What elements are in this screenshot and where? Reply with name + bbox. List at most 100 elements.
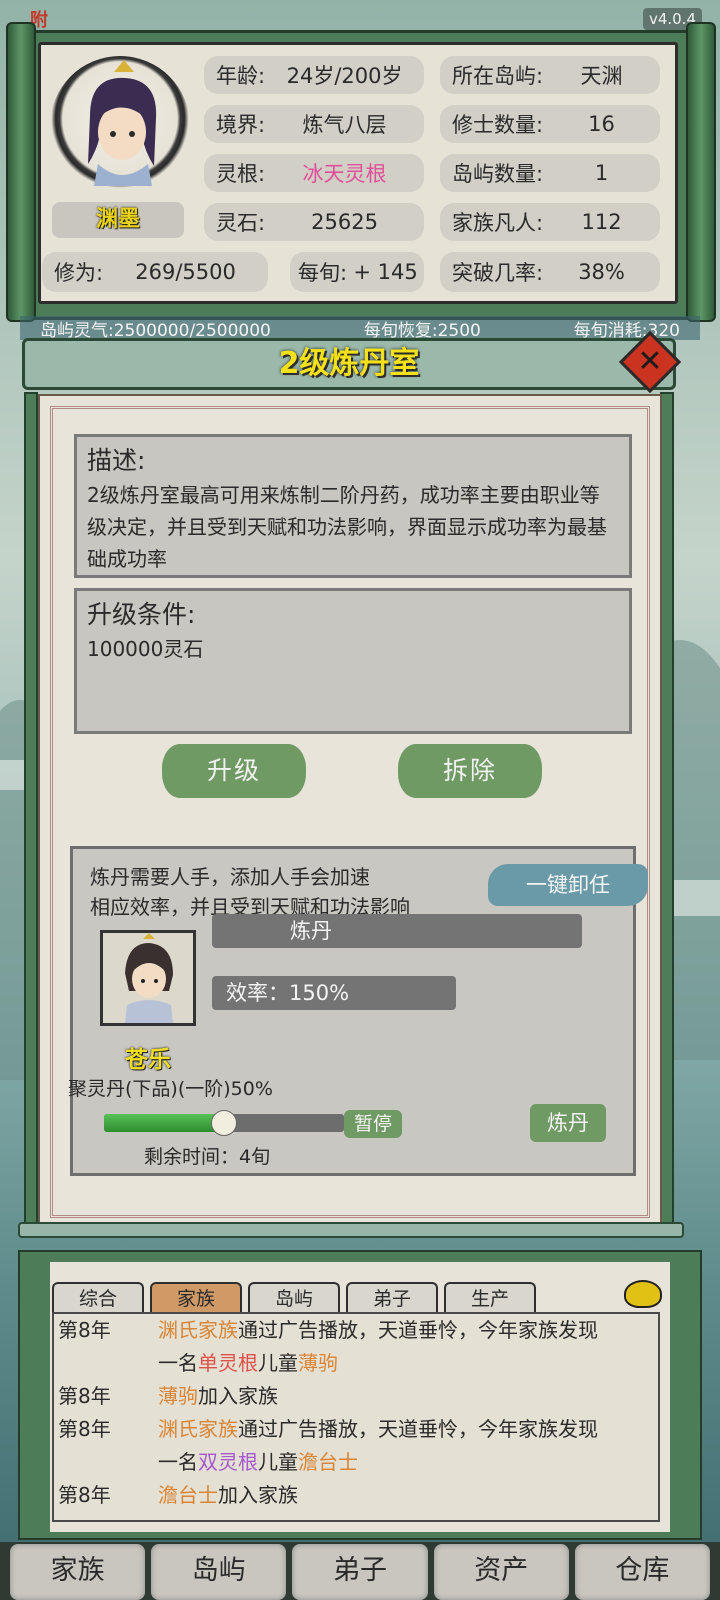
nav-button[interactable]: 弟子: [292, 1544, 428, 1600]
qi-recovery: 每旬恢复:2500: [363, 320, 481, 341]
breakthrough-stat: 突破几率: 38%: [440, 252, 660, 292]
log-fragment: 儿童: [258, 1450, 298, 1474]
island-stat: 所在岛屿: 天渊: [440, 56, 660, 94]
nav-button[interactable]: 资产: [433, 1544, 569, 1600]
realm-value: 炼气八层: [302, 113, 387, 137]
island-value: 天渊: [580, 64, 623, 88]
description-box: 描述: 2级炼丹室最高可用来炼制二阶丹药，成功率主要由职业等级决定，并且受到天赋…: [74, 434, 632, 578]
log-highlight: 薄驹: [158, 1384, 198, 1408]
log-entry: 第8年 渊氏家族通过广告播放，天道垂怜，今年家族发现: [54, 1314, 658, 1347]
log-tab[interactable]: 家族: [150, 1282, 242, 1312]
age-label: 年龄:: [216, 64, 266, 88]
worker-portrait-icon: [125, 933, 173, 1023]
dialog-rod-right: [660, 392, 674, 1232]
upgrade-title: 升级条件:: [87, 600, 196, 629]
player-avatar[interactable]: [50, 56, 190, 196]
log-year: 第8年: [58, 1483, 111, 1507]
worker-name: 苍乐: [125, 1047, 171, 1073]
log-tab[interactable]: 岛屿: [248, 1282, 340, 1312]
log-year: [54, 1446, 158, 1479]
log-fragment: 通过广告播放，天道垂怜，今年家族发现: [238, 1318, 598, 1342]
log-text: 一名单灵根儿童薄驹: [158, 1347, 658, 1380]
cultivation-value: 269/5500: [135, 260, 236, 284]
craft-progress-knob: [211, 1110, 237, 1136]
age-stat: 年龄: 24岁/200岁: [204, 56, 424, 94]
remaining-time: 剩余时间：4旬: [144, 1146, 271, 1168]
islands-value: 1: [594, 161, 609, 185]
log-fragment: 儿童: [258, 1351, 298, 1375]
log-list: 第8年 渊氏家族通过广告播放，天道垂怜，今年家族发现 一名单灵根儿童薄驹 第8年 薄驹加…: [52, 1312, 660, 1522]
log-highlight: 薄驹: [298, 1351, 338, 1375]
cultivation-label: 修为:: [54, 261, 104, 285]
log-tab[interactable]: 弟子: [346, 1282, 438, 1312]
close-icon[interactable]: ✕: [628, 338, 672, 386]
spirit-root-label: 灵根:: [216, 162, 266, 186]
cultivators-stat: 修士数量: 16: [440, 105, 660, 143]
log-highlight: 双灵根: [198, 1450, 258, 1474]
player-name[interactable]: 渊墨: [52, 202, 184, 238]
log-entry: 一名单灵根儿童薄驹: [54, 1347, 658, 1380]
mortals-stat: 家族凡人: 112: [440, 203, 660, 241]
island-qi: 岛屿灵气:2500000/2500000: [40, 320, 271, 341]
pause-button[interactable]: 暂停: [344, 1110, 402, 1138]
spirit-root-value: 冰天灵根: [302, 162, 387, 186]
upgrade-cost: 100000灵石: [87, 637, 204, 661]
nav-button[interactable]: 仓库: [574, 1544, 711, 1600]
age-value: 24岁/200岁: [286, 64, 403, 88]
islands-stat: 岛屿数量: 1: [440, 154, 660, 192]
log-highlight: 澹台士: [158, 1483, 218, 1507]
log-highlight: 渊氏家族: [158, 1417, 238, 1441]
log-highlight: 澹台士: [298, 1450, 358, 1474]
islands-label: 岛屿数量:: [452, 162, 544, 186]
log-year: 第8年: [58, 1384, 111, 1408]
realm-label: 境界:: [216, 113, 266, 137]
cultivators-value: 16: [588, 112, 615, 136]
upgrade-box: 升级条件: 100000灵石: [74, 588, 632, 734]
island-resource-bar: 岛屿灵气:2500000/2500000 每旬恢复:2500 每旬消耗:320: [20, 316, 700, 341]
spirit-root-stat: 灵根: 冰天灵根: [204, 154, 424, 192]
breakthrough-label: 突破几率:: [452, 261, 544, 285]
scroll-rod-right: [686, 22, 716, 322]
worker-slot[interactable]: [100, 930, 196, 1026]
cultivators-label: 修士数量:: [452, 113, 544, 137]
log-fragment: 一名: [158, 1351, 198, 1375]
mortals-label: 家族凡人:: [452, 211, 544, 235]
log-text: 一名双灵根儿童澹台士: [158, 1446, 658, 1479]
cultivation-stat: 修为: 269/5500: [42, 252, 268, 292]
per-turn-label: 每旬:: [298, 261, 348, 285]
unassign-all-button[interactable]: 一键卸任: [488, 864, 648, 906]
log-entry: 一名双灵根儿童澹台士: [54, 1446, 658, 1479]
scroll-rod-left: [6, 22, 36, 322]
log-tab[interactable]: 生产: [444, 1282, 536, 1312]
dialog-rod-left: [24, 392, 38, 1232]
realm-stat: 境界: 炼气八层: [204, 105, 424, 143]
nav-button[interactable]: 家族: [10, 1544, 146, 1600]
log-entry: 第8年 澹台士加入家族: [54, 1479, 658, 1512]
bottom-nav: 家族 岛屿 弟子 资产 仓库: [0, 1542, 720, 1600]
log-year: [54, 1347, 158, 1380]
description-title: 描述:: [87, 446, 146, 475]
log-text: 薄驹加入家族: [158, 1380, 658, 1413]
log-tab[interactable]: 综合: [52, 1282, 144, 1312]
log-entry: 第8年 薄驹加入家族: [54, 1380, 658, 1413]
craft-button[interactable]: 炼丹: [530, 1104, 606, 1142]
job-bar: 炼丹: [212, 914, 582, 948]
nav-button[interactable]: 岛屿: [151, 1544, 287, 1600]
dialog-rod-bottom: [18, 1222, 684, 1238]
workshop-info-line-1: 炼丹需要人手，添加人手会加速: [90, 865, 370, 889]
log-year: 第8年: [58, 1417, 111, 1441]
log-highlight: 渊氏家族: [158, 1318, 238, 1342]
efficiency-bar: 效率：150%: [212, 976, 456, 1010]
log-text: 渊氏家族通过广告播放，天道垂怜，今年家族发现: [158, 1314, 658, 1347]
log-entry: 第8年 渊氏家族通过广告播放，天道垂怜，今年家族发现: [54, 1413, 658, 1446]
log-fragment: 通过广告播放，天道垂怜，今年家族发现: [238, 1417, 598, 1441]
notification-icon[interactable]: [624, 1280, 662, 1308]
log-fragment: 加入家族: [198, 1384, 278, 1408]
log-text: 渊氏家族通过广告播放，天道垂怜，今年家族发现: [158, 1413, 658, 1446]
log-text: 澹台士加入家族: [158, 1479, 658, 1512]
per-turn-value: + 145: [353, 260, 418, 284]
spirit-stone-value: 25625: [311, 210, 378, 234]
spirit-stone-label: 灵石:: [216, 211, 266, 235]
upgrade-button[interactable]: 升级: [162, 744, 306, 798]
demolish-button[interactable]: 拆除: [398, 744, 542, 798]
